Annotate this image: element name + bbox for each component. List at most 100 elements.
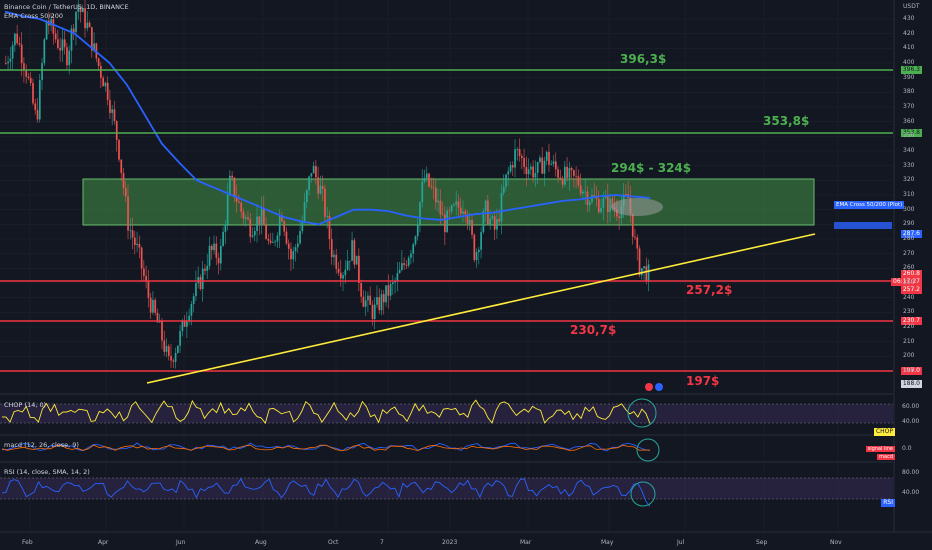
time-axis-label: 2023 xyxy=(442,539,458,546)
candle-body xyxy=(256,216,258,232)
candle-body xyxy=(149,297,152,313)
candle-body xyxy=(199,277,202,289)
candle-body xyxy=(213,243,215,251)
candle-body xyxy=(401,263,403,270)
candle-body xyxy=(425,173,428,179)
candle-body xyxy=(516,149,519,150)
price-chart[interactable] xyxy=(0,0,932,550)
time-axis-label: Mar xyxy=(520,539,532,546)
candle-body xyxy=(147,281,150,298)
candle-body xyxy=(575,175,578,177)
candle-body xyxy=(5,63,7,64)
candle-body xyxy=(550,163,553,165)
candle-body xyxy=(244,217,247,219)
candle-body xyxy=(310,173,313,177)
candle-body xyxy=(247,217,249,220)
candle-body xyxy=(161,320,163,341)
candle-body xyxy=(389,283,392,296)
candle-body xyxy=(113,109,116,122)
candle-body xyxy=(602,198,605,208)
candle-body xyxy=(186,321,188,327)
price-tick-label: 290 xyxy=(903,220,915,228)
candle-body xyxy=(412,244,415,254)
candle-body xyxy=(20,44,23,64)
candle-body xyxy=(100,66,102,78)
chop-title[interactable]: CHOP (14, 0) xyxy=(4,401,46,409)
candle-body xyxy=(324,188,326,217)
candle-body xyxy=(464,211,467,215)
flag-icon[interactable] xyxy=(645,383,653,391)
candle-body xyxy=(104,82,107,87)
price-tick-label: 200 xyxy=(903,352,915,360)
indicator-title[interactable]: EMA Cross 50/200 xyxy=(4,12,63,20)
chart-window[interactable]: Binance Coin / TetherUS, 1D, BINANCE EMA… xyxy=(0,0,932,550)
candle-body xyxy=(640,268,643,276)
candle-body xyxy=(18,43,21,45)
candle-body xyxy=(500,193,503,222)
candle-body xyxy=(242,211,245,219)
price-tick-label: 420 xyxy=(903,29,915,37)
price-tick-label: 300 xyxy=(903,205,915,213)
ema-plot-label: EMA Cross 50/200 (Plot) xyxy=(834,201,905,209)
candle-body xyxy=(478,249,480,253)
candle-body xyxy=(111,109,114,113)
price-tick-label: 370 xyxy=(903,103,915,110)
candle-body xyxy=(88,22,91,28)
symbol-title[interactable]: Binance Coin / TetherUS, 1D, BINANCE xyxy=(4,3,129,11)
candle-body xyxy=(557,169,559,178)
candle-body xyxy=(554,161,557,170)
candle-body xyxy=(607,195,609,213)
candle-body xyxy=(86,22,89,29)
candle-body xyxy=(511,165,514,168)
candle-body xyxy=(403,263,406,265)
candle-body xyxy=(129,230,132,232)
candle-body xyxy=(290,248,292,260)
candle-body xyxy=(618,216,621,219)
candle-body xyxy=(267,238,270,241)
price-tag-188: 188.0 xyxy=(900,380,922,388)
candle-body xyxy=(647,264,650,282)
candle-body xyxy=(430,186,433,188)
candle-body xyxy=(269,240,272,243)
highlight-ellipse[interactable] xyxy=(611,198,663,216)
candle-body xyxy=(229,175,231,195)
candle-body xyxy=(496,219,498,230)
candle-body xyxy=(215,243,218,258)
candle-body xyxy=(609,198,611,213)
candle-body xyxy=(568,168,571,178)
level-label[interactable]: 353,8$ xyxy=(763,114,809,128)
candle-body xyxy=(238,201,240,203)
macd-title[interactable]: macd (12, 26, close, 9) xyxy=(4,441,79,449)
candle-body xyxy=(226,194,229,225)
candle-body xyxy=(566,166,568,178)
price-tick-label: 230 xyxy=(903,308,915,316)
candle-body xyxy=(333,254,335,258)
price-tick-label: 380 xyxy=(903,88,915,96)
price-tick-label: 250 xyxy=(903,279,915,286)
candle-body xyxy=(16,33,19,44)
candle-body xyxy=(378,297,381,311)
candle-body xyxy=(597,198,600,213)
flag-icon[interactable] xyxy=(655,383,663,391)
candle-body xyxy=(335,254,338,269)
candle-body xyxy=(584,191,587,193)
candle-body xyxy=(588,201,591,206)
candle-body xyxy=(380,294,383,311)
level-label[interactable]: 294$ - 324$ xyxy=(611,161,691,175)
rsi-title[interactable]: RSI (14, close, SMA, 14, 2) xyxy=(4,468,90,476)
candle-body xyxy=(570,168,573,171)
candle-body xyxy=(475,252,478,260)
candle-body xyxy=(457,201,460,208)
candle-body xyxy=(355,255,358,265)
level-label[interactable]: 257,2$ xyxy=(686,283,732,297)
candle-body xyxy=(7,61,9,64)
candle-body xyxy=(181,320,184,332)
level-label[interactable]: 197$ xyxy=(686,374,719,388)
candle-body xyxy=(545,151,548,161)
candle-body xyxy=(263,207,265,226)
time-axis-label: Jun xyxy=(176,539,186,546)
chop-band xyxy=(0,404,893,423)
level-label[interactable]: 396,3$ xyxy=(620,52,666,66)
candle-body xyxy=(634,236,636,238)
level-label[interactable]: 230,7$ xyxy=(570,323,616,337)
